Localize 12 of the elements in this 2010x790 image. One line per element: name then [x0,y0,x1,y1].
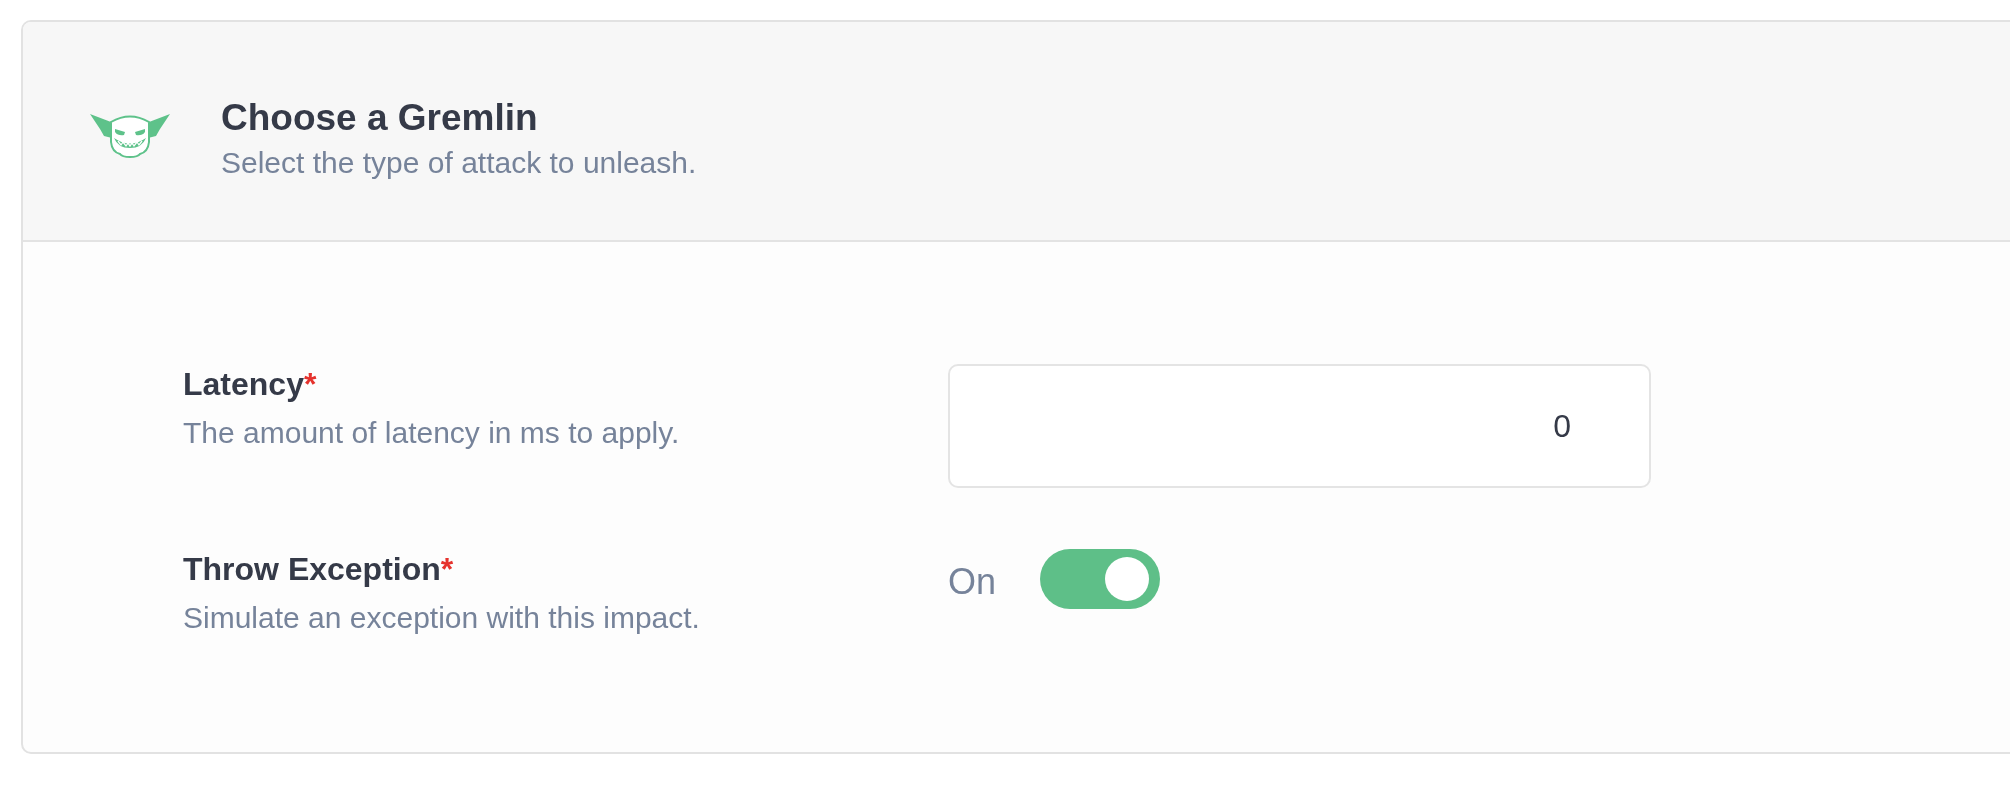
required-asterisk: * [303,365,317,404]
number-input[interactable]: 0 [948,364,1651,488]
toggle-state-label: On [948,560,997,602]
field-label: Throw Exception [183,550,441,589]
required-asterisk: * [440,550,454,589]
goblin-head-icon [90,112,170,158]
field-description: Simulate an exception with this impact. [183,600,701,636]
card-subtitle: Select the type of attack to unleash. [221,145,697,181]
field-description: The amount of latency in ms to apply. [183,415,681,451]
toggle-switch[interactable] [1040,549,1161,609]
field-label: Latency [183,365,304,404]
card-title: Choose a Gremlin [221,97,539,139]
